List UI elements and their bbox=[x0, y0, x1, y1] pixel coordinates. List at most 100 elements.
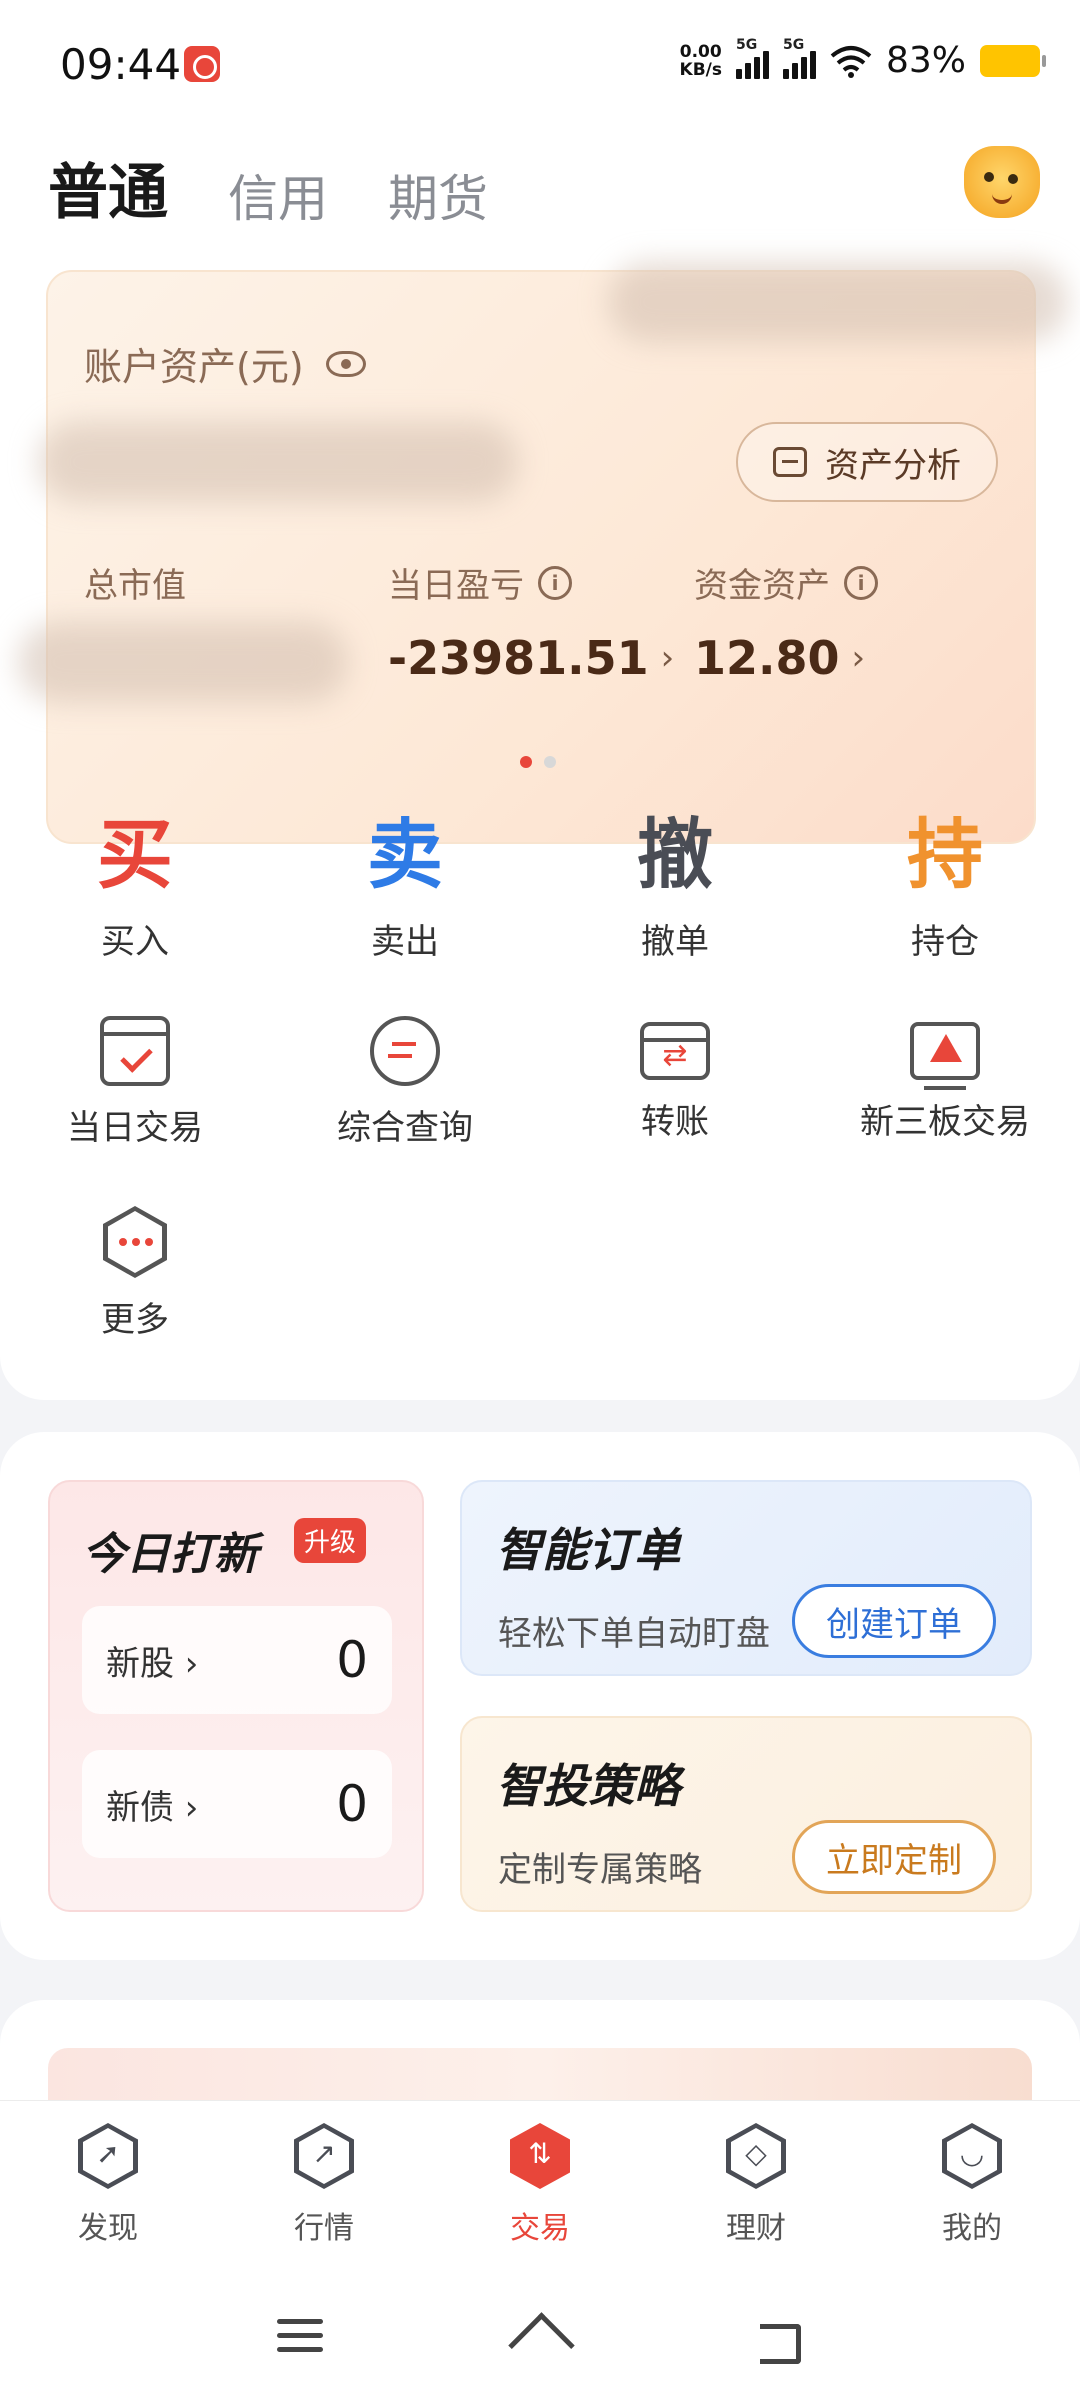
tool-daily-trades[interactable]: 当日交易 bbox=[0, 1016, 270, 1149]
tab-normal[interactable]: 普通 bbox=[48, 144, 168, 231]
status-bar: 09:44 0.00 KB/s 5G 5G 83% bbox=[0, 0, 1080, 120]
tab-futures[interactable]: 期货 bbox=[388, 159, 488, 231]
bottom-nav: ➚ 发现 ↗ 行情 ⇅ 交易 ◇ 理财 ◡ 我的 bbox=[0, 2100, 1080, 2300]
trade-icon: ⇅ bbox=[510, 2123, 570, 2189]
ipo-title: 今日打新 bbox=[82, 1529, 258, 1580]
hidden-total-assets bbox=[38, 422, 518, 502]
signal-label: 5G bbox=[735, 36, 758, 53]
mascot-avatar-icon[interactable] bbox=[964, 146, 1040, 218]
promo-banner[interactable] bbox=[48, 2048, 1032, 2100]
action-positions[interactable]: 持 持仓 bbox=[810, 810, 1080, 963]
ipo-row-value: 0 bbox=[336, 1631, 368, 1689]
ipo-row-new-bond[interactable]: 新债 › 0 bbox=[82, 1750, 392, 1858]
transfer-icon bbox=[640, 1022, 710, 1080]
smart-strategy-card[interactable]: 智投策略 定制专属策略 立即定制 bbox=[460, 1716, 1032, 1912]
cash-assets-value: 12.80 bbox=[694, 631, 840, 685]
diamond-icon: ◇ bbox=[726, 2123, 786, 2189]
cash-assets-label: 资金资产 bbox=[694, 566, 830, 606]
nav-market-label: 行情 bbox=[294, 2211, 354, 2246]
banner-section bbox=[0, 2000, 1080, 2100]
nav-profile[interactable]: ◡ 我的 bbox=[864, 2123, 1080, 2247]
tool-neeq-trade[interactable]: 新三板交易 bbox=[810, 1016, 1080, 1143]
tab-credit[interactable]: 信用 bbox=[228, 159, 328, 231]
upgrade-badge: 升级 bbox=[294, 1518, 367, 1563]
buy-icon: 买 bbox=[97, 810, 173, 899]
ipo-row-label: 新债 › bbox=[106, 1787, 199, 1828]
signal-icon: 5G bbox=[735, 37, 769, 79]
asset-title-text: 账户资产(元) bbox=[84, 345, 304, 389]
battery-percent: 83% bbox=[885, 40, 966, 81]
tool-transfer[interactable]: 转账 bbox=[540, 1016, 810, 1143]
asset-title: 账户资产(元) bbox=[84, 336, 366, 391]
cash-assets[interactable]: 资金资产 i 12.80 › bbox=[694, 558, 878, 685]
smart-order-card[interactable]: 智能订单 轻松下单自动盯盘 创建订单 bbox=[460, 1480, 1032, 1676]
smart-order-title: 智能订单 bbox=[496, 1523, 680, 1577]
tool-more-label: 更多 bbox=[101, 1300, 169, 1340]
action-sell[interactable]: 卖 卖出 bbox=[270, 810, 540, 963]
ipo-row-new-stock[interactable]: 新股 › 0 bbox=[82, 1606, 392, 1714]
tool-neeq-trade-label: 新三板交易 bbox=[860, 1102, 1030, 1142]
action-buy-label: 买入 bbox=[101, 922, 169, 962]
signal-label-2: 5G bbox=[782, 36, 805, 53]
action-cancel-label: 撤单 bbox=[641, 922, 709, 962]
tool-query[interactable]: 综合查询 bbox=[270, 1016, 540, 1149]
tool-query-label: 综合查询 bbox=[337, 1108, 473, 1148]
back-icon[interactable] bbox=[750, 2310, 810, 2370]
carousel-dot-active bbox=[520, 756, 532, 768]
nav-market[interactable]: ↗ 行情 bbox=[216, 2123, 432, 2247]
daily-pnl-label: 当日盈亏 bbox=[388, 566, 524, 606]
carousel-dot bbox=[544, 756, 556, 768]
system-nav-bar bbox=[0, 2300, 1080, 2392]
home-icon[interactable] bbox=[510, 2310, 570, 2370]
carousel-indicator bbox=[520, 756, 556, 768]
signal-icon-2: 5G bbox=[782, 37, 816, 79]
scan-icon bbox=[773, 447, 807, 477]
chevron-right-icon: › bbox=[851, 638, 866, 678]
nav-discover-label: 发现 bbox=[78, 2211, 138, 2246]
action-sell-label: 卖出 bbox=[371, 922, 439, 962]
ipo-row-value: 0 bbox=[336, 1775, 368, 1833]
smart-strategy-subtitle: 定制专属策略 bbox=[498, 1850, 702, 1890]
network-speed-unit: KB/s bbox=[679, 59, 722, 80]
info-icon[interactable]: i bbox=[844, 565, 878, 600]
nav-trade[interactable]: ⇅ 交易 bbox=[432, 2123, 648, 2247]
network-speed-value: 0.00 bbox=[679, 41, 722, 62]
status-indicators: 0.00 KB/s 5G 5G 83% bbox=[680, 37, 1046, 81]
daily-pnl[interactable]: 当日盈亏 i -23981.51 › bbox=[388, 558, 674, 685]
query-icon bbox=[370, 1016, 440, 1086]
action-cancel[interactable]: 撤 撤单 bbox=[540, 810, 810, 963]
eye-icon[interactable] bbox=[325, 350, 366, 377]
promo-section: 今日打新 升级 新股 › 0 新债 › 0 智能订单 轻松下单自动盯盘 创建订单… bbox=[0, 1432, 1080, 1960]
network-speed: 0.00 KB/s bbox=[680, 43, 722, 79]
menu-icon[interactable] bbox=[270, 2310, 330, 2370]
daily-pnl-value: -23981.51 bbox=[388, 631, 649, 685]
asset-analysis-button[interactable]: 资产分析 bbox=[736, 422, 998, 502]
calendar-check-icon bbox=[100, 1016, 170, 1086]
status-time: 09:44 bbox=[60, 40, 182, 89]
profile-icon: ◡ bbox=[942, 2123, 1002, 2189]
total-market-value-label: 总市值 bbox=[84, 566, 186, 606]
tool-more[interactable]: 更多 bbox=[0, 1206, 270, 1341]
nav-profile-label: 我的 bbox=[942, 2211, 1002, 2246]
cancel-order-icon: 撤 bbox=[637, 810, 713, 899]
hidden-market-value bbox=[18, 622, 348, 702]
ipo-row-label: 新股 › bbox=[106, 1643, 199, 1684]
trade-main-panel: 普通 信用 期货 账户资产(元) 资产分析 总市值 当日盈亏 i -23981.… bbox=[0, 120, 1080, 1400]
customize-now-button[interactable]: 立即定制 bbox=[792, 1820, 996, 1894]
nav-wealth[interactable]: ◇ 理财 bbox=[648, 2123, 864, 2247]
action-positions-label: 持仓 bbox=[911, 922, 979, 962]
ipo-card[interactable]: 今日打新 升级 新股 › 0 新债 › 0 bbox=[48, 1480, 424, 1912]
smart-strategy-title: 智投策略 bbox=[496, 1759, 680, 1813]
account-type-tabs: 普通 信用 期货 bbox=[48, 144, 488, 231]
app-notification-icon bbox=[184, 46, 220, 82]
more-icon bbox=[103, 1206, 167, 1278]
create-order-button[interactable]: 创建订单 bbox=[792, 1584, 996, 1658]
battery-icon bbox=[980, 44, 1046, 77]
total-market-value: 总市值 bbox=[84, 558, 186, 607]
info-icon[interactable]: i bbox=[538, 565, 572, 600]
smart-order-subtitle: 轻松下单自动盯盘 bbox=[498, 1614, 770, 1654]
action-buy[interactable]: 买 买入 bbox=[0, 810, 270, 963]
wifi-icon bbox=[830, 45, 872, 78]
nav-discover[interactable]: ➚ 发现 bbox=[0, 2123, 216, 2247]
nav-wealth-label: 理财 bbox=[726, 2211, 786, 2246]
